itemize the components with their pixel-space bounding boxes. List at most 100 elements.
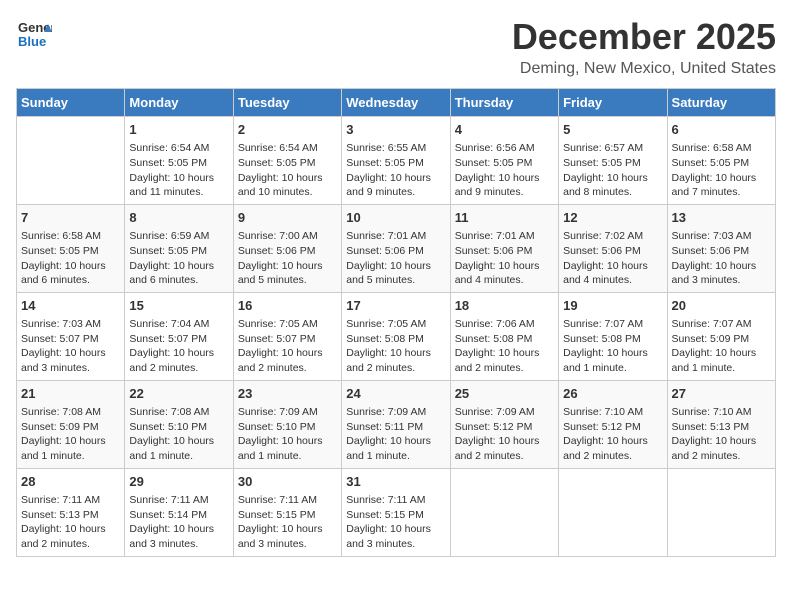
- day-info-line: Sunset: 5:05 PM: [455, 156, 554, 171]
- day-info-line: Sunrise: 6:57 AM: [563, 141, 662, 156]
- calendar-day-cell: 5 Sunrise: 6:57 AMSunset: 5:05 PMDaylight…: [559, 117, 667, 205]
- day-info-line: Sunrise: 7:01 AM: [346, 229, 445, 244]
- day-info-line: Daylight: 10 hours and 2 minutes.: [129, 346, 228, 375]
- day-number: 22: [129, 385, 228, 403]
- day-info-line: Sunrise: 6:58 AM: [672, 141, 771, 156]
- day-info-line: Sunrise: 7:09 AM: [455, 405, 554, 420]
- day-info-line: Daylight: 10 hours and 5 minutes.: [346, 259, 445, 288]
- day-info-line: Daylight: 10 hours and 2 minutes.: [455, 346, 554, 375]
- day-info-line: Sunset: 5:15 PM: [346, 508, 445, 523]
- day-info-line: Sunrise: 6:54 AM: [129, 141, 228, 156]
- day-info-line: Daylight: 10 hours and 1 minute.: [346, 434, 445, 463]
- day-info-line: Sunrise: 7:11 AM: [238, 493, 337, 508]
- day-info-line: Sunrise: 7:05 AM: [238, 317, 337, 332]
- day-number: 11: [455, 209, 554, 227]
- day-number: 5: [563, 121, 662, 139]
- calendar-day-cell: 29Sunrise: 7:11 AMSunset: 5:14 PMDayligh…: [125, 468, 233, 556]
- day-info-line: Sunset: 5:06 PM: [346, 244, 445, 259]
- day-of-week-header: Tuesday: [233, 89, 341, 117]
- day-info-line: Sunset: 5:15 PM: [238, 508, 337, 523]
- day-number: 2: [238, 121, 337, 139]
- day-info-line: Sunrise: 6:56 AM: [455, 141, 554, 156]
- day-info-line: Sunset: 5:10 PM: [129, 420, 228, 435]
- calendar-day-cell: 6Sunrise: 6:58 AMSunset: 5:05 PMDaylight…: [667, 117, 775, 205]
- calendar-day-cell: 3Sunrise: 6:55 AMSunset: 5:05 PMDaylight…: [342, 117, 450, 205]
- calendar-week-row: 21Sunrise: 7:08 AMSunset: 5:09 PMDayligh…: [17, 380, 776, 468]
- day-info-line: Daylight: 10 hours and 8 minutes.: [563, 171, 662, 200]
- calendar-day-cell: 11Sunrise: 7:01 AMSunset: 5:06 PMDayligh…: [450, 204, 558, 292]
- calendar-day-cell: 21Sunrise: 7:08 AMSunset: 5:09 PMDayligh…: [17, 380, 125, 468]
- day-info-line: Sunrise: 7:05 AM: [346, 317, 445, 332]
- day-number: 24: [346, 385, 445, 403]
- calendar-day-cell: 9Sunrise: 7:00 AMSunset: 5:06 PMDaylight…: [233, 204, 341, 292]
- day-of-week-header: Friday: [559, 89, 667, 117]
- day-info-line: Daylight: 10 hours and 3 minutes.: [238, 522, 337, 551]
- day-info-line: Sunset: 5:11 PM: [346, 420, 445, 435]
- day-number: 16: [238, 297, 337, 315]
- calendar-day-cell: 31Sunrise: 7:11 AMSunset: 5:15 PMDayligh…: [342, 468, 450, 556]
- day-info-line: Sunset: 5:06 PM: [672, 244, 771, 259]
- day-info-line: Daylight: 10 hours and 2 minutes.: [672, 434, 771, 463]
- calendar-week-row: 7Sunrise: 6:58 AMSunset: 5:05 PMDaylight…: [17, 204, 776, 292]
- day-info-line: Sunrise: 6:59 AM: [129, 229, 228, 244]
- day-info-line: Daylight: 10 hours and 9 minutes.: [346, 171, 445, 200]
- location-title: Deming, New Mexico, United States: [512, 60, 776, 78]
- day-info-line: Sunset: 5:05 PM: [21, 244, 120, 259]
- day-info-line: Sunrise: 7:03 AM: [672, 229, 771, 244]
- day-number: 27: [672, 385, 771, 403]
- day-of-week-header: Saturday: [667, 89, 775, 117]
- day-info-line: Sunset: 5:05 PM: [129, 156, 228, 171]
- day-of-week-header: Wednesday: [342, 89, 450, 117]
- day-info-line: Sunrise: 7:11 AM: [21, 493, 120, 508]
- calendar-day-cell: 26Sunrise: 7:10 AMSunset: 5:12 PMDayligh…: [559, 380, 667, 468]
- day-number: 8: [129, 209, 228, 227]
- calendar-day-cell: 19Sunrise: 7:07 AMSunset: 5:08 PMDayligh…: [559, 292, 667, 380]
- day-info-line: Daylight: 10 hours and 1 minute.: [21, 434, 120, 463]
- calendar-day-cell: 28Sunrise: 7:11 AMSunset: 5:13 PMDayligh…: [17, 468, 125, 556]
- day-info-line: Sunset: 5:06 PM: [238, 244, 337, 259]
- day-number: 15: [129, 297, 228, 315]
- day-info-line: Daylight: 10 hours and 10 minutes.: [238, 171, 337, 200]
- day-info-line: Sunset: 5:13 PM: [21, 508, 120, 523]
- page-header: General Blue December 2025 Deming, New M…: [16, 16, 776, 78]
- month-title: December 2025: [512, 16, 776, 58]
- day-number: 26: [563, 385, 662, 403]
- calendar-day-cell: 15Sunrise: 7:04 AMSunset: 5:07 PMDayligh…: [125, 292, 233, 380]
- calendar-day-cell: 4Sunrise: 6:56 AMSunset: 5:05 PMDaylight…: [450, 117, 558, 205]
- day-info-line: Daylight: 10 hours and 6 minutes.: [129, 259, 228, 288]
- calendar-day-cell: 16Sunrise: 7:05 AMSunset: 5:07 PMDayligh…: [233, 292, 341, 380]
- day-info-line: Daylight: 10 hours and 2 minutes.: [455, 434, 554, 463]
- calendar-day-cell: 8Sunrise: 6:59 AMSunset: 5:05 PMDaylight…: [125, 204, 233, 292]
- day-info-line: Daylight: 10 hours and 3 minutes.: [672, 259, 771, 288]
- day-info-line: Sunrise: 7:02 AM: [563, 229, 662, 244]
- day-number: 3: [346, 121, 445, 139]
- day-info-line: Sunset: 5:08 PM: [455, 332, 554, 347]
- day-info-line: Sunset: 5:06 PM: [563, 244, 662, 259]
- calendar-day-cell: 22Sunrise: 7:08 AMSunset: 5:10 PMDayligh…: [125, 380, 233, 468]
- day-info-line: Daylight: 10 hours and 4 minutes.: [563, 259, 662, 288]
- day-info-line: Sunrise: 6:54 AM: [238, 141, 337, 156]
- day-number: 13: [672, 209, 771, 227]
- day-number: 12: [563, 209, 662, 227]
- day-info-line: Sunrise: 7:06 AM: [455, 317, 554, 332]
- day-info-line: Daylight: 10 hours and 2 minutes.: [563, 434, 662, 463]
- calendar-day-cell: [559, 468, 667, 556]
- day-info-line: Daylight: 10 hours and 1 minute.: [563, 346, 662, 375]
- day-info-line: Daylight: 10 hours and 11 minutes.: [129, 171, 228, 200]
- day-info-line: Sunrise: 7:07 AM: [563, 317, 662, 332]
- day-info-line: Sunset: 5:13 PM: [672, 420, 771, 435]
- calendar-day-cell: 2Sunrise: 6:54 AMSunset: 5:05 PMDaylight…: [233, 117, 341, 205]
- day-number: 30: [238, 473, 337, 491]
- day-number: 21: [21, 385, 120, 403]
- calendar-table: SundayMondayTuesdayWednesdayThursdayFrid…: [16, 88, 776, 557]
- day-info-line: Sunrise: 7:00 AM: [238, 229, 337, 244]
- title-block: December 2025 Deming, New Mexico, United…: [512, 16, 776, 78]
- day-info-line: Sunrise: 7:08 AM: [129, 405, 228, 420]
- calendar-week-row: 1Sunrise: 6:54 AMSunset: 5:05 PMDaylight…: [17, 117, 776, 205]
- day-of-week-header: Thursday: [450, 89, 558, 117]
- day-info-line: Sunset: 5:05 PM: [563, 156, 662, 171]
- day-number: 20: [672, 297, 771, 315]
- day-number: 17: [346, 297, 445, 315]
- day-of-week-header: Sunday: [17, 89, 125, 117]
- day-info-line: Daylight: 10 hours and 4 minutes.: [455, 259, 554, 288]
